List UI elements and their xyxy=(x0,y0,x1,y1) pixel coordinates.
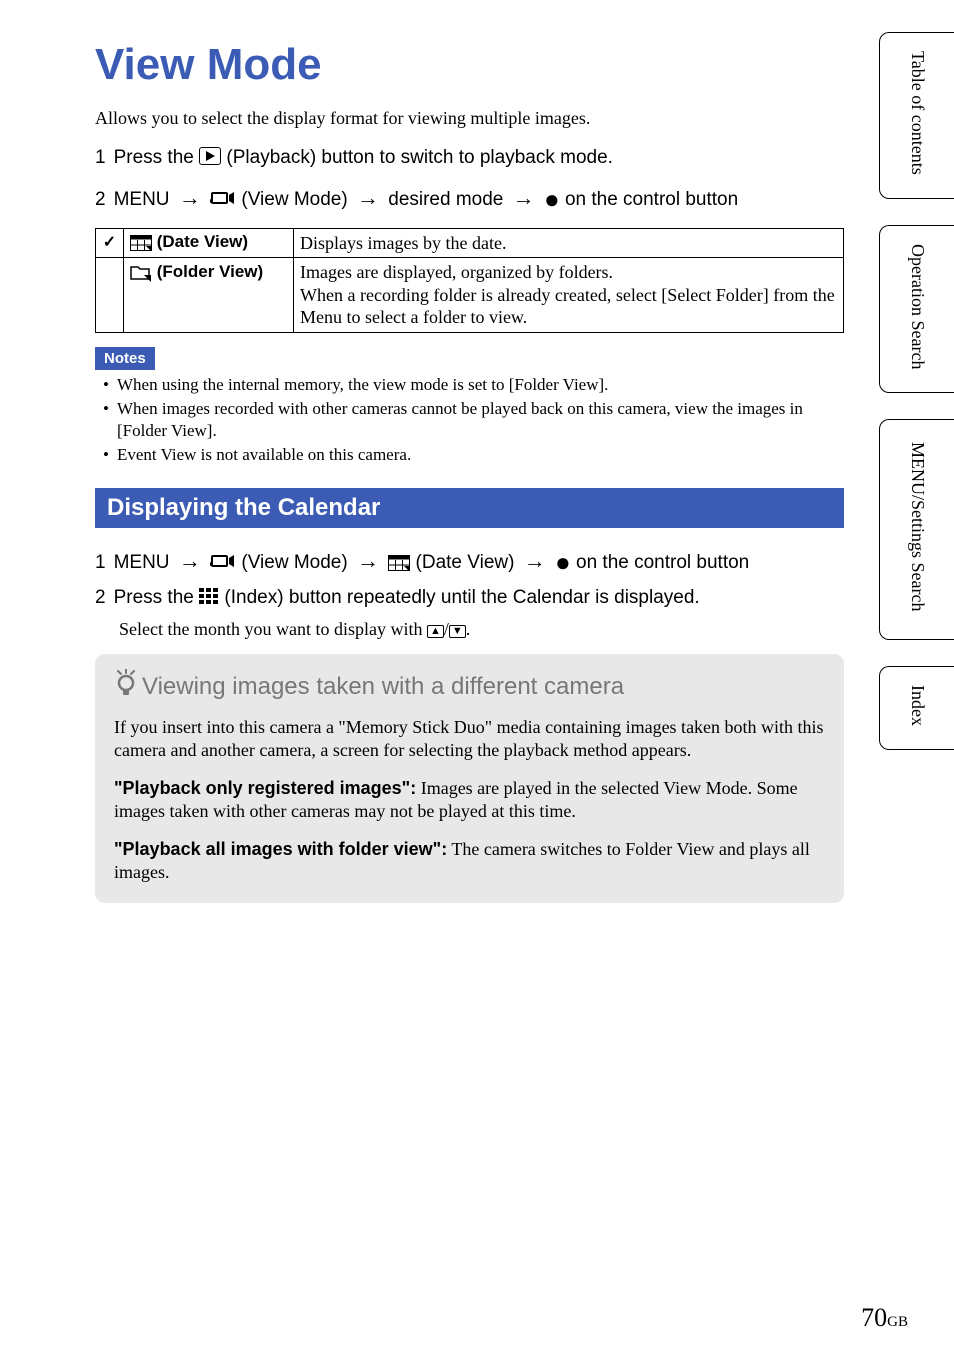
tip-title: Viewing images taken with a different ca… xyxy=(114,669,825,704)
arrow-icon: → xyxy=(509,185,539,210)
check-default-icon: ✓ xyxy=(103,234,116,251)
table-desc: Images are displayed, organized by folde… xyxy=(294,258,844,333)
tip-bulb-icon xyxy=(114,669,138,704)
table-row: ✓ (Date View) Displays images by the dat… xyxy=(96,228,844,258)
arrow-icon: → xyxy=(175,185,205,210)
step-text: (Index) button repeatedly until the Cale… xyxy=(224,587,699,608)
step-1: 1 Press the (Playback) button to switch … xyxy=(95,145,844,171)
table-label: (Folder View) xyxy=(157,262,263,281)
page-number: 70GB xyxy=(861,1303,908,1333)
tip-paragraph: "Playback only registered images": Image… xyxy=(114,777,825,824)
note-item: When images recorded with other cameras … xyxy=(103,398,844,442)
view-mode-icon xyxy=(210,189,236,215)
view-mode-table: ✓ (Date View) Displays images by the dat… xyxy=(95,228,844,333)
section-heading: Displaying the Calendar xyxy=(95,488,844,528)
note-item: Event View is not available on this came… xyxy=(103,444,844,466)
arrow-icon: → xyxy=(520,548,550,573)
step-text: (View Mode) xyxy=(241,189,353,210)
playback-icon xyxy=(199,147,221,165)
center-button-icon: ● xyxy=(555,547,571,577)
step-text: (Playback) button to switch to playback … xyxy=(226,147,613,168)
arrow-icon: → xyxy=(353,548,383,573)
page-title: View Mode xyxy=(95,40,844,90)
step-text: Press the xyxy=(114,147,200,168)
step-number: 1 xyxy=(95,552,106,574)
index-icon xyxy=(199,586,219,612)
view-mode-icon xyxy=(210,552,236,578)
step-text: MENU xyxy=(114,189,175,210)
step-text: (Date View) xyxy=(416,552,520,573)
intro-text: Allows you to select the display format … xyxy=(95,108,844,129)
substep-text: Select the month you want to display wit… xyxy=(119,619,844,640)
arrow-icon: → xyxy=(353,185,383,210)
table-desc: Displays images by the date. xyxy=(294,228,844,258)
step-number: 2 xyxy=(95,189,106,211)
tip-paragraph: If you insert into this camera a "Memory… xyxy=(114,716,825,763)
tip-box: Viewing images taken with a different ca… xyxy=(95,654,844,903)
step-2: 2 MENU → (View Mode) → desired mode → ● … xyxy=(95,179,844,214)
step-number: 1 xyxy=(95,147,106,169)
calendar-grid-icon xyxy=(130,235,152,256)
up-key-icon: ▲ xyxy=(427,625,444,638)
step-text: Press the xyxy=(114,587,200,608)
calendar-step-1: 1 MENU → (View Mode) → (Date View) → ● o… xyxy=(95,542,844,577)
center-button-icon: ● xyxy=(544,184,560,214)
arrow-icon: → xyxy=(175,548,205,573)
step-text: (View Mode) xyxy=(241,552,353,573)
sidebar-tab-toc[interactable]: Table of contents xyxy=(879,32,954,199)
note-item: When using the internal memory, the view… xyxy=(103,374,844,396)
tip-paragraph: "Playback all images with folder view": … xyxy=(114,838,825,885)
notes-header: Notes xyxy=(95,347,155,370)
folder-icon xyxy=(130,264,152,287)
sidebar-tab-index[interactable]: Index xyxy=(879,666,954,750)
step-text: MENU xyxy=(114,552,175,573)
calendar-step-2: 2 Press the (Index) button repeatedly un… xyxy=(95,585,844,611)
step-text: on the control button xyxy=(576,552,749,573)
sidebar-tab-menu-settings-search[interactable]: MENU/Settings Search xyxy=(879,419,954,639)
step-text: on the control button xyxy=(565,189,738,210)
table-label: (Date View) xyxy=(157,232,248,251)
calendar-grid-icon xyxy=(388,553,410,579)
sidebar-tab-operation-search[interactable]: Operation Search xyxy=(879,225,954,393)
down-key-icon: ▼ xyxy=(449,625,466,638)
sidebar-tabs: Table of contents Operation Search MENU/… xyxy=(879,32,954,776)
notes-list: When using the internal memory, the view… xyxy=(95,374,844,466)
step-text: desired mode xyxy=(388,189,508,210)
step-number: 2 xyxy=(95,587,106,609)
table-row: (Folder View) Images are displayed, orga… xyxy=(96,258,844,333)
